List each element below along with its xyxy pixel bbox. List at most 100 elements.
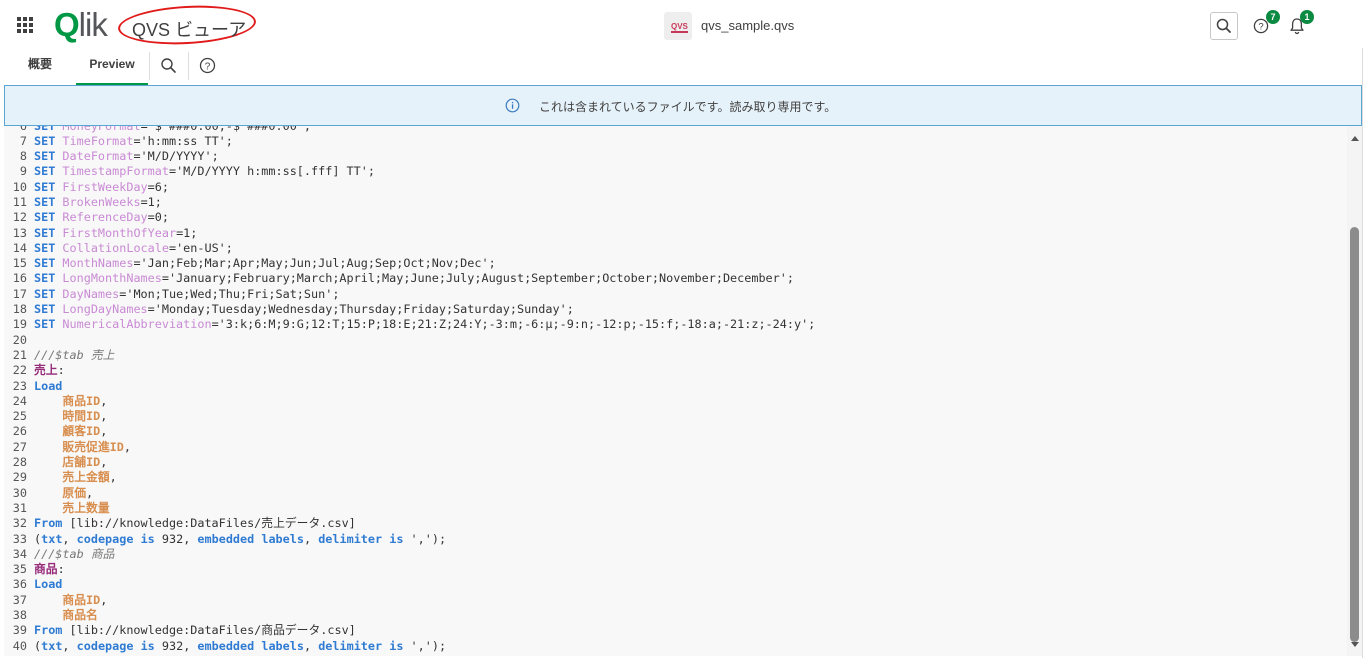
read-only-info-banner: これは含まれているファイルです。読み取り専用です。 [4, 85, 1362, 126]
logo-rest: lik [78, 6, 108, 43]
code-token: delimiter [318, 638, 383, 653]
code-token: ='3:k;6:M;9:G;12:T;15:P;18:E;21:Z;24:Y;-… [211, 317, 816, 332]
code-token: : [57, 363, 65, 378]
code-token: ///$tab 売上 [34, 347, 115, 362]
code-line: 23 Load [4, 379, 1347, 394]
code-token: SET [34, 126, 62, 133]
svg-text:?: ? [205, 61, 211, 72]
code-token: ','); [403, 531, 447, 546]
code-token: From [34, 623, 70, 638]
code-token: FirstMonthOfYear [62, 225, 177, 240]
scrollbar-thumb[interactable] [1350, 227, 1359, 642]
code-token: is [140, 531, 155, 546]
code-token: embedded labels [197, 638, 304, 653]
line-number: 34 [12, 546, 27, 561]
code-line: 17 SET DayNames='Mon;Tue;Wed;Thu;Fri;Sat;… [4, 287, 1347, 302]
code-line: 33 (txt, codepage is 932, embedded labels… [4, 532, 1347, 547]
search-icon [1216, 18, 1231, 33]
line-number: 33 [12, 531, 27, 546]
line-number: 29 [12, 470, 27, 485]
scroll-up-arrow-icon[interactable] [1351, 136, 1359, 141]
script-code-viewer[interactable]: 6 SET MoneyFormat='$ ###0.00;-$ ###0.00';… [4, 126, 1347, 656]
code-line: 38 商品名 [4, 608, 1347, 623]
code-token: ='Monday;Tuesday;Wednesday;Thursday;Frid… [147, 302, 574, 317]
line-number: 30 [12, 485, 27, 500]
code-token: [lib://knowledge:DataFiles/商品データ.csv] [69, 623, 356, 638]
code-token: 商品ID [62, 393, 101, 408]
code-line: 20 [4, 333, 1347, 348]
line-number: 36 [12, 577, 27, 592]
app-launcher-grid-icon[interactable] [17, 17, 33, 33]
code-token: , [100, 393, 108, 408]
line-number: 31 [12, 500, 27, 515]
code-token: ='$ ###0.00;-$ ###0.00'; [141, 126, 311, 133]
line-number: 23 [12, 378, 27, 393]
qlik-logo[interactable]: Qlik [54, 6, 108, 44]
code-line: 24 商品ID, [4, 394, 1347, 409]
code-token: SET [34, 164, 63, 179]
line-number: 12 [12, 210, 27, 225]
code-line: 10 SET FirstWeekDay=6; [4, 180, 1347, 195]
code-token: SET [34, 179, 63, 194]
global-search-button[interactable] [1210, 12, 1238, 40]
code-token: , [109, 470, 117, 485]
file-badge-label: QVS [671, 22, 688, 33]
svg-text:?: ? [1258, 22, 1263, 33]
code-lines: 6 SET MoneyFormat='$ ###0.00;-$ ###0.00';… [4, 126, 1347, 654]
line-number: 22 [12, 363, 27, 378]
code-line: 18 SET LongDayNames='Monday;Tuesday;Wedne… [4, 302, 1347, 317]
code-line: 6 SET MoneyFormat='$ ###0.00;-$ ###0.00'; [4, 126, 1347, 134]
code-token: embedded labels [197, 531, 304, 546]
tab-divider [149, 52, 150, 80]
code-token: , [123, 439, 131, 454]
line-number: 6 [4, 126, 27, 134]
tab-preview[interactable]: Preview [76, 48, 148, 85]
tab-overview[interactable]: 概要 [10, 48, 70, 83]
code-token: DateFormat [62, 149, 134, 164]
tab-bar: 概要 Preview ? [0, 48, 1366, 85]
code-token: SET [34, 286, 63, 301]
line-number: 14 [12, 240, 27, 255]
line-number: 9 [19, 164, 27, 179]
code-token: , [100, 409, 108, 424]
code-line: 22 売上: [4, 363, 1347, 378]
code-line: 8 SET DateFormat='M/D/YYYY'; [4, 149, 1347, 164]
code-token: SET [34, 302, 63, 317]
line-number: 11 [12, 194, 27, 209]
code-token: BrokenWeeks [62, 194, 141, 209]
code-token: 商品名 [62, 608, 98, 622]
code-line: 26 顧客ID, [4, 424, 1347, 439]
code-token: ='M/D/YYYY'; [133, 149, 219, 164]
code-token: ='Jan;Feb;Mar;Apr;May;Jun;Jul;Aug;Sep;Oc… [133, 256, 496, 271]
search-icon[interactable] [160, 57, 177, 74]
code-line: 32 From [lib://knowledge:DataFiles/売上データ.… [4, 516, 1347, 531]
code-token: 顧客ID [62, 424, 101, 439]
app-header: Qlik QVS ビューア QVS qvs_sample.qvs ? 7 1 [0, 0, 1366, 49]
code-line: 37 商品ID, [4, 593, 1347, 608]
code-token: codepage [76, 531, 134, 546]
code-token: Load [34, 577, 63, 592]
line-number: 13 [12, 225, 27, 240]
help-icon[interactable]: ? [199, 57, 216, 74]
code-token: Load [34, 378, 63, 393]
code-line: 7 SET TimeFormat='h:mm:ss TT'; [4, 134, 1347, 149]
line-number: 21 [12, 347, 27, 362]
line-number: 37 [12, 592, 27, 607]
line-number: 26 [12, 424, 27, 439]
code-line: 19 SET NumericalAbbreviation='3:k;6:M;9:G… [4, 317, 1347, 332]
scroll-down-arrow-icon[interactable] [1351, 642, 1359, 647]
code-line: 36 Load [4, 577, 1347, 592]
vertical-scrollbar[interactable] [1347, 126, 1362, 656]
code-line: 15 SET MonthNames='Jan;Feb;Mar;Apr;May;Ju… [4, 256, 1347, 271]
code-line: 9 SET TimestampFormat='M/D/YYYY h:mm:ss[.… [4, 164, 1347, 179]
code-token: 932, [154, 531, 198, 546]
code-token: txt [41, 638, 63, 653]
code-token: LongMonthNames [62, 271, 162, 286]
code-token: ReferenceDay [62, 210, 148, 225]
